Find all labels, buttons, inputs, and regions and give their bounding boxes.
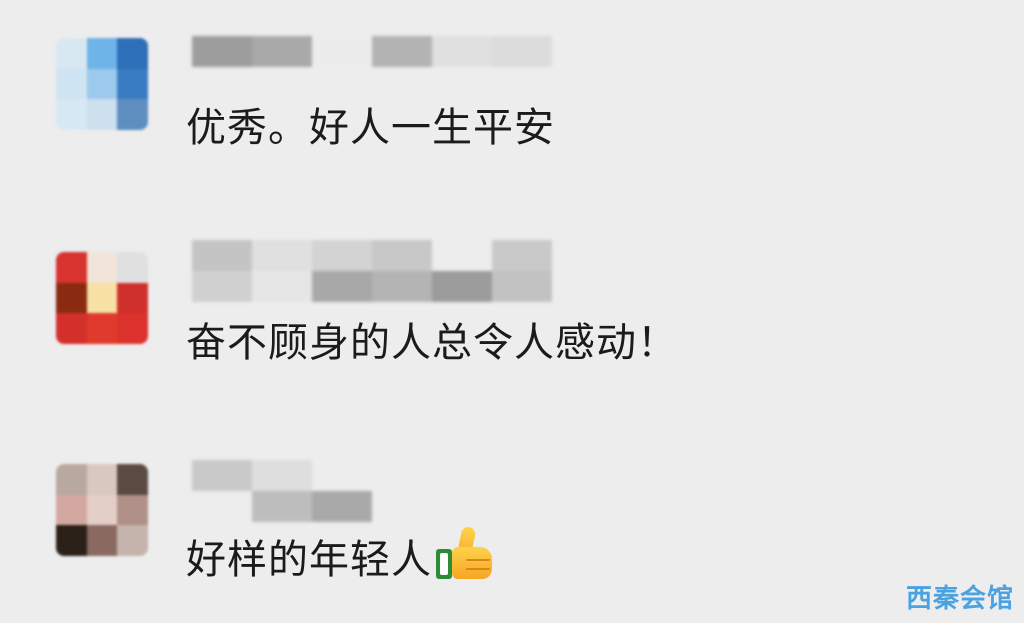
avatar-pixel — [56, 464, 87, 495]
username-pixel — [492, 240, 552, 271]
avatar-pixel — [117, 525, 148, 556]
username-pixel — [252, 240, 312, 271]
avatar[interactable] — [56, 464, 148, 556]
username-pixel — [372, 240, 432, 271]
username-pixel — [252, 460, 312, 491]
avatar-pixel — [117, 99, 148, 130]
avatar-pixel — [86, 525, 118, 556]
username-pixel — [432, 460, 492, 491]
thumbs-up-icon — [436, 525, 494, 579]
username-pixel — [492, 67, 552, 98]
username-pixel — [252, 36, 312, 67]
username-pixel — [492, 460, 552, 491]
username-pixel — [432, 271, 492, 302]
username-pixel — [492, 491, 552, 522]
username-pixel — [432, 36, 492, 67]
avatar-pixel — [56, 282, 87, 314]
avatar-pixel — [86, 38, 118, 69]
avatar-pixel — [56, 252, 87, 283]
avatar-pixel — [86, 464, 118, 495]
comment-text: 优秀。好人一生平安 — [186, 105, 555, 151]
comment-text-row: 好样的年轻人 — [186, 525, 494, 585]
username-pixel — [192, 460, 252, 491]
username-blurred[interactable] — [192, 460, 552, 522]
avatar-pixel — [86, 313, 118, 344]
username-pixel — [312, 271, 372, 302]
username-pixel — [372, 460, 432, 491]
avatar-pixel — [56, 68, 87, 100]
watermark-logo: 西秦会馆 — [905, 584, 1014, 614]
username-pixel — [192, 271, 252, 302]
avatar[interactable] — [56, 252, 148, 344]
username-pixel — [192, 67, 252, 98]
username-pixel — [492, 36, 552, 67]
avatar-pixel — [117, 494, 148, 526]
username-pixel — [372, 36, 432, 67]
username-pixel — [372, 491, 432, 522]
avatar-pixel — [117, 282, 148, 314]
username-pixel — [312, 67, 372, 98]
avatar-pixel — [56, 525, 87, 556]
avatar-pixel — [117, 38, 148, 69]
username-pixel — [432, 491, 492, 522]
username-pixel — [372, 271, 432, 302]
username-pixel — [252, 67, 312, 98]
avatar-pixel — [56, 99, 87, 130]
avatar-pixel — [86, 99, 118, 130]
username-pixel — [432, 67, 492, 98]
username-pixel — [252, 271, 312, 302]
avatar-pixel — [117, 252, 148, 283]
avatar-pixel — [117, 464, 148, 495]
username-pixel — [312, 460, 372, 491]
username-pixel — [492, 271, 552, 302]
avatar-pixel — [86, 282, 118, 314]
avatar-pixel — [117, 68, 148, 100]
avatar-pixel — [86, 68, 118, 100]
avatar-pixel — [86, 252, 118, 283]
comment-text: 奋不顾身的人总令人感动！ — [186, 320, 678, 366]
username-blurred[interactable] — [192, 240, 552, 302]
username-pixel — [312, 240, 372, 271]
avatar-pixel — [56, 313, 87, 344]
username-pixel — [252, 491, 312, 522]
avatar-pixel — [86, 494, 118, 526]
avatar[interactable] — [56, 38, 148, 130]
avatar-pixel — [56, 494, 87, 526]
username-pixel — [312, 36, 372, 67]
avatar-pixel — [117, 313, 148, 344]
comment-text: 好样的年轻人 — [186, 537, 432, 583]
username-pixel — [192, 240, 252, 271]
username-pixel — [192, 491, 252, 522]
username-blurred[interactable] — [192, 36, 552, 98]
avatar-pixel — [56, 38, 87, 69]
username-pixel — [432, 240, 492, 271]
username-pixel — [192, 36, 252, 67]
username-pixel — [312, 491, 372, 522]
username-pixel — [372, 67, 432, 98]
